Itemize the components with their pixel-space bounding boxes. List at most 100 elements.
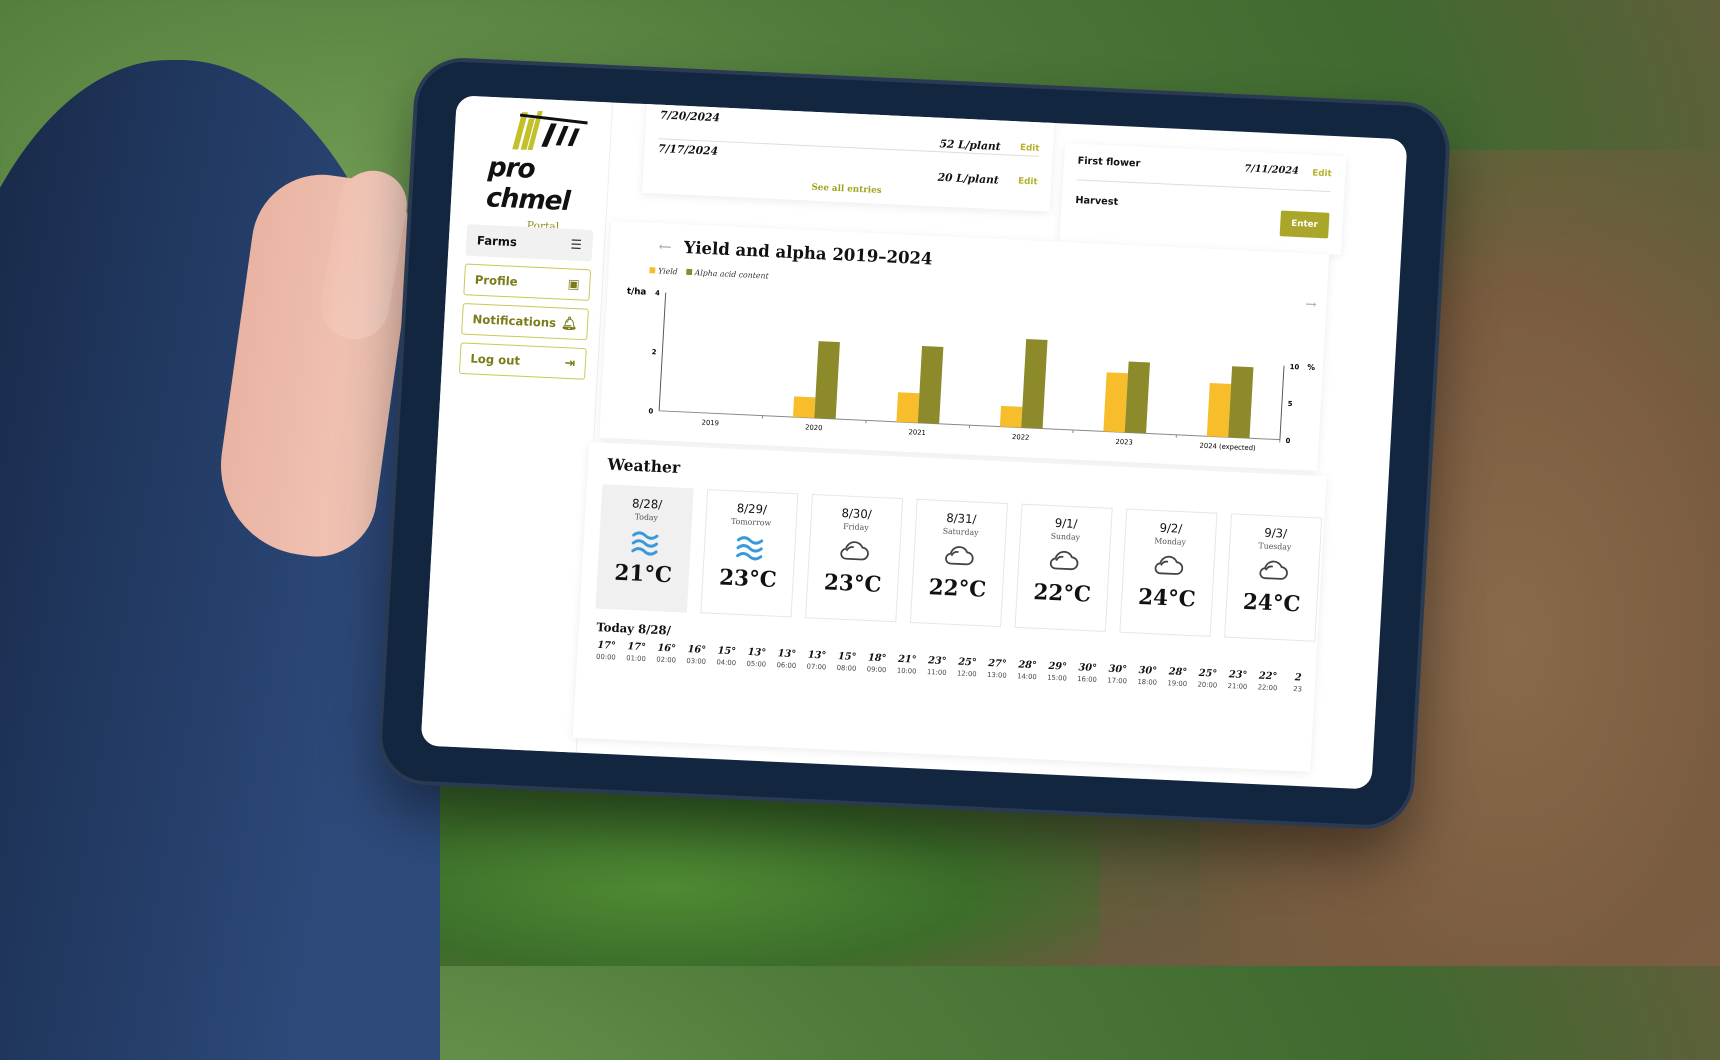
weather-card: Weather 8/28/Today21°C8/29/Tomorrow23°C8… — [573, 442, 1327, 772]
hourly-temp: 29° — [1042, 661, 1073, 673]
logo-mark-icon — [489, 107, 608, 158]
x-tick-label: 2020 — [805, 423, 823, 432]
x-tick-label: 2019 — [701, 419, 719, 428]
forecast-day[interactable]: 9/2/Monday24°C — [1119, 509, 1217, 637]
y-tick-label-right: 10 — [1290, 363, 1300, 371]
y-axis-label-left: t/ha — [627, 287, 647, 298]
bar-alpha — [814, 341, 840, 419]
hourly-forecast: 17°00:0017°01:0016°02:0016°03:0015°04:00… — [591, 640, 1314, 694]
x-tick-label: 2023 — [1115, 438, 1133, 447]
hourly-temp: 2 — [1283, 672, 1314, 684]
day-date: 8/30/ — [812, 505, 902, 523]
hourly-temp: 27° — [982, 658, 1013, 670]
hourly-item: 25°12:00 — [952, 657, 983, 679]
logo[interactable]: pro chmel Portal — [484, 107, 607, 236]
hourly-time: 00:00 — [591, 653, 622, 662]
enter-harvest-button[interactable]: Enter — [1280, 211, 1330, 239]
day-temperature: 24°C — [1122, 583, 1213, 613]
divider — [1077, 179, 1331, 192]
hourly-time: 11:00 — [921, 668, 952, 677]
day-temperature: 24°C — [1226, 588, 1317, 618]
bar-yield — [1000, 406, 1022, 428]
day-name: Monday — [1125, 535, 1215, 548]
phenology-label: First flower — [1077, 156, 1140, 170]
forecast-days: 8/28/Today21°C8/29/Tomorrow23°C8/30/Frid… — [596, 484, 1323, 641]
edit-link[interactable]: Edit — [1018, 177, 1038, 188]
hourly-item: 23°11:00 — [921, 655, 952, 677]
hourly-time: 01:00 — [621, 654, 652, 663]
cloud-icon — [1228, 555, 1319, 593]
sidebar-item-notifications[interactable]: Notifications 🔔︎ — [461, 303, 589, 340]
sidebar-nav: Farms ☰ Profile ▣ Notifications 🔔︎ Log o… — [458, 224, 593, 387]
sidebar-item-label: Log out — [470, 352, 520, 368]
hourly-temp: 13° — [742, 647, 773, 659]
hourly-item: 18°09:00 — [861, 652, 892, 674]
weather-title: Weather — [607, 455, 681, 477]
day-date: 9/1/ — [1021, 515, 1111, 533]
user-icon: ▣ — [567, 277, 580, 292]
bar-alpha — [1125, 361, 1150, 433]
bar-yield — [793, 396, 815, 418]
sidebar-item-logout[interactable]: Log out ⇥ — [459, 342, 587, 379]
hourly-time: 23 — [1282, 685, 1313, 694]
hourly-title: Today 8/28/ — [596, 620, 671, 637]
hourly-time: 04:00 — [711, 658, 742, 667]
hourly-item: 13°06:00 — [771, 648, 802, 670]
hourly-temp: 17° — [621, 641, 652, 653]
hourly-time: 15:00 — [1042, 673, 1073, 682]
hourly-temp: 25° — [1193, 668, 1224, 680]
yield-chart-card: ← Yield and alpha 2019–2024 → Yield Alph… — [599, 221, 1329, 471]
hourly-temp: 15° — [832, 651, 863, 663]
y-tick-label-right: 0 — [1285, 437, 1290, 445]
brand-name: pro chmel — [485, 152, 605, 218]
main-content: 7/20/2024 52 L/plant Edit 7/17/2024 20 L… — [591, 103, 1397, 789]
hourly-item: 27°13:00 — [982, 658, 1013, 680]
forecast-day[interactable]: 9/3/Tuesday24°C — [1224, 513, 1322, 641]
hourly-time: 10:00 — [891, 667, 922, 676]
hourly-temp: 30° — [1072, 662, 1103, 674]
sidebar-item-farms[interactable]: Farms ☰ — [465, 224, 593, 261]
hourly-time: 03:00 — [681, 657, 712, 666]
entry-value: 20 L/plant — [937, 171, 999, 187]
hourly-time: 18:00 — [1132, 678, 1163, 687]
forecast-day[interactable]: 8/28/Today21°C — [596, 484, 694, 612]
hourly-time: 17:00 — [1102, 676, 1133, 685]
hourly-item: 30°16:00 — [1072, 662, 1103, 684]
hourly-item: 22°22:00 — [1252, 670, 1283, 692]
y-tick-label-right: 5 — [1288, 400, 1293, 408]
hourly-temp: 28° — [1163, 666, 1194, 678]
hourly-item: 17°00:00 — [591, 640, 622, 662]
forecast-day[interactable]: 8/30/Friday23°C — [805, 494, 903, 622]
hourly-temp: 16° — [651, 643, 682, 655]
edit-link[interactable]: Edit — [1312, 169, 1332, 180]
hourly-temp: 30° — [1102, 663, 1133, 675]
sidebar-item-profile[interactable]: Profile ▣ — [463, 264, 591, 301]
day-temperature: 22°C — [1017, 579, 1108, 609]
forecast-day[interactable]: 8/31/Saturday22°C — [910, 499, 1008, 627]
day-name: Saturday — [916, 525, 1006, 538]
forecast-day[interactable]: 9/1/Sunday22°C — [1015, 504, 1113, 632]
forecast-day[interactable]: 8/29/Tomorrow23°C — [700, 489, 798, 617]
hourly-time: 02:00 — [651, 655, 682, 664]
x-tick-label: 2024 (expected) — [1199, 442, 1256, 453]
phenology-row: First flower 7/11/2024 Edit — [1077, 156, 1332, 179]
day-temperature: 23°C — [703, 564, 794, 594]
hourly-temp: 13° — [802, 650, 833, 662]
hourly-time: 06:00 — [771, 661, 802, 670]
hourly-time: 13:00 — [982, 671, 1013, 680]
hourly-item: 28°19:00 — [1162, 666, 1193, 688]
x-tick-label: 2022 — [1012, 433, 1030, 442]
hourly-temp: 28° — [1012, 659, 1043, 671]
hourly-item: 28°14:00 — [1012, 659, 1043, 681]
hourly-item: 16°02:00 — [651, 643, 682, 665]
hourly-time: 16:00 — [1072, 675, 1103, 684]
hourly-temp: 25° — [952, 657, 983, 669]
hourly-item: 29°15:00 — [1042, 661, 1073, 683]
edit-link[interactable]: Edit — [1020, 143, 1040, 154]
hourly-item: 15°08:00 — [831, 651, 862, 673]
bar-yield — [896, 392, 919, 423]
hourly-temp: 17° — [591, 640, 622, 652]
phenology-label: Harvest — [1075, 195, 1118, 208]
hourly-temp: 18° — [862, 652, 893, 664]
day-temperature: 23°C — [807, 569, 898, 599]
